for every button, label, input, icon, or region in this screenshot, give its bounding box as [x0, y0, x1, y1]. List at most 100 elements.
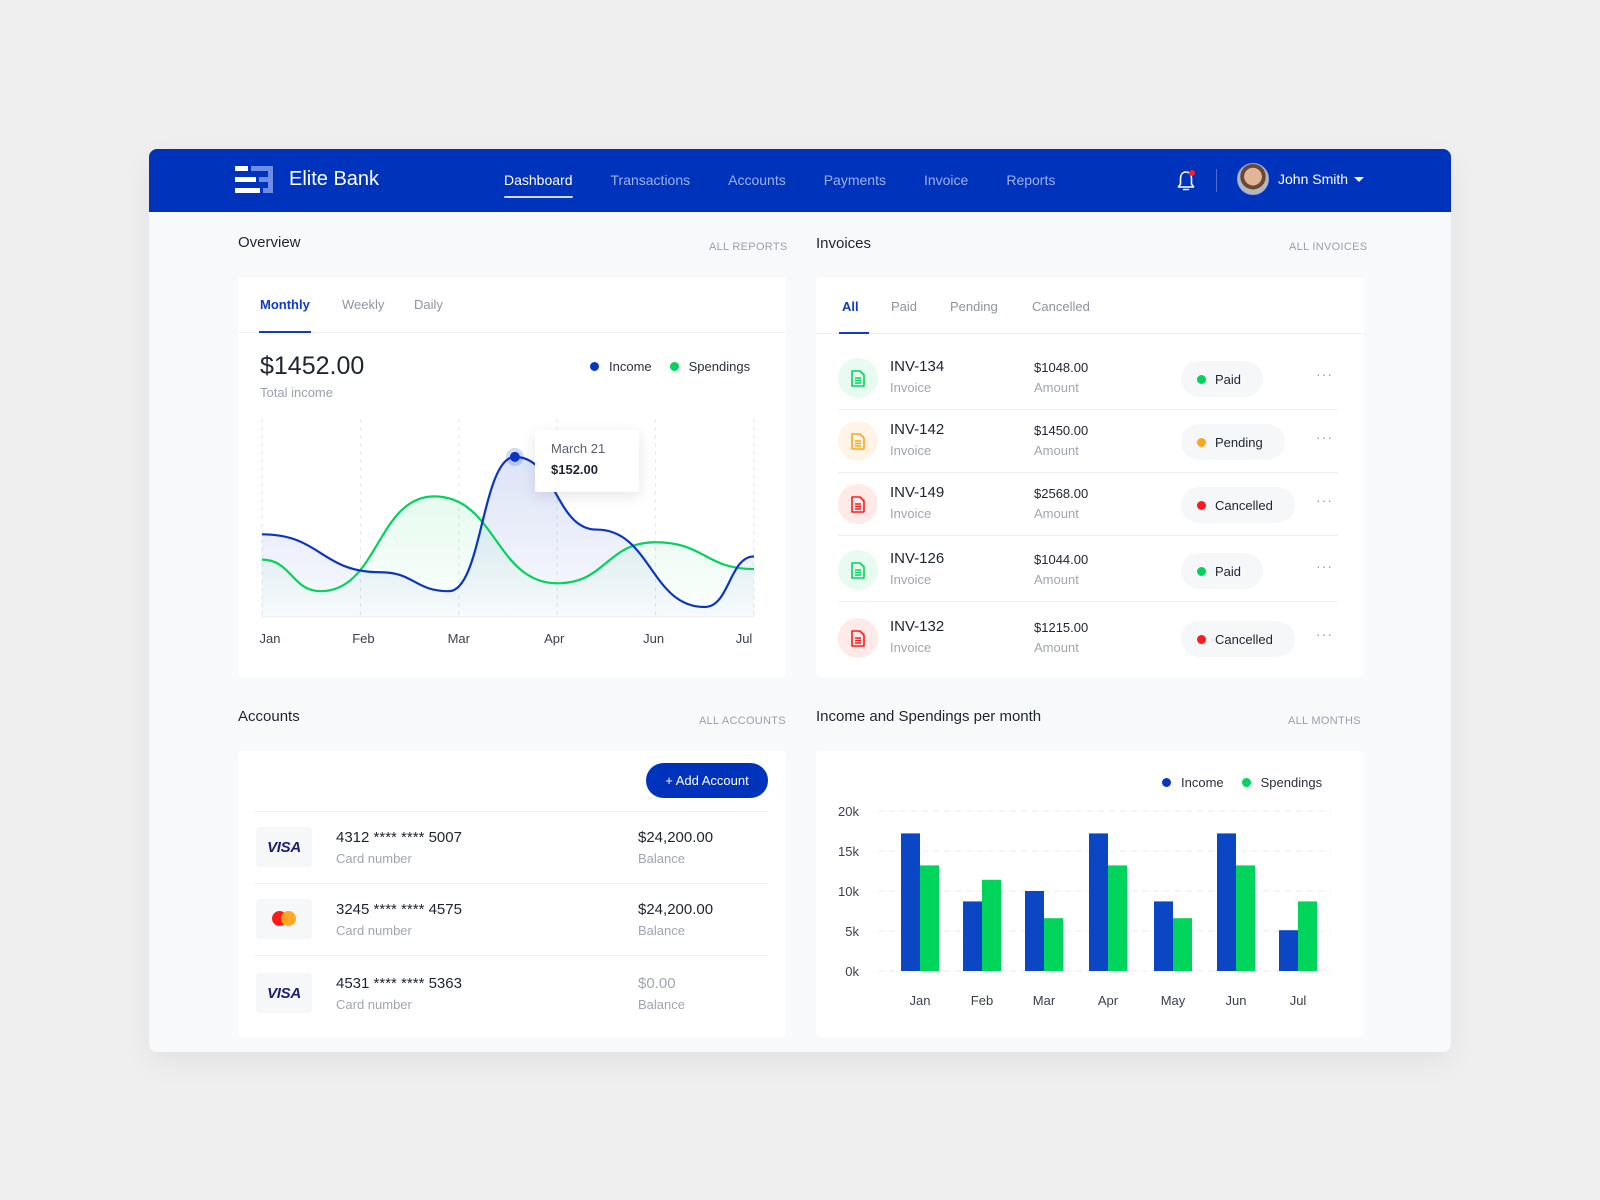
income-spendings-bar-chart: 0k 5k 10k 15k 20k Jan Feb Mar Apr May Jun Jul: [838, 804, 1331, 1008]
status-dot: [1197, 634, 1206, 644]
account-row[interactable]: VISA 4312 **** **** 5007 Card number $24,20…: [254, 811, 768, 883]
tab-daily[interactable]: Daily: [414, 297, 443, 312]
accounts-title: Accounts: [238, 708, 300, 725]
invoices-card: All Paid Pending Cancelled INV-134 Invoic…: [816, 277, 1364, 677]
tab-paid[interactable]: Paid: [891, 299, 917, 314]
tab-cancelled[interactable]: Cancelled: [1032, 299, 1090, 314]
income-bar-jan[interactable]: [901, 833, 920, 971]
card-balance-label: Balance: [638, 851, 685, 866]
nav-invoice[interactable]: Invoice: [924, 149, 968, 212]
active-tab-indicator: [839, 332, 869, 334]
spendings-bar-jul[interactable]: [1298, 901, 1317, 971]
monthly-chart-title: Income and Spendings per month: [816, 708, 1042, 725]
tab-pending[interactable]: Pending: [950, 299, 998, 314]
all-invoices-link[interactable]: ALL INVOICES: [1289, 241, 1367, 253]
spendings-bar-feb[interactable]: [982, 879, 1001, 971]
spendings-legend-label: Spendings: [688, 359, 751, 374]
income-bar-jun[interactable]: [1217, 833, 1236, 971]
account-row[interactable]: 3245 **** **** 4575 Card number $24,200.00…: [254, 883, 768, 955]
nav-accounts[interactable]: Accounts: [728, 149, 786, 212]
invoice-amount: $2568.00: [1034, 486, 1089, 501]
income-bar-feb[interactable]: [963, 901, 982, 971]
status-badge: Paid: [1181, 553, 1264, 589]
invoice-row[interactable]: INV-134 Invoice $1048.00 Amount Paid ···: [838, 346, 1338, 410]
nav-reports[interactable]: Reports: [1006, 149, 1055, 212]
all-reports-link[interactable]: ALL REPORTS: [709, 241, 788, 253]
more-options-icon[interactable]: ···: [1316, 366, 1333, 382]
nav-transactions[interactable]: Transactions: [611, 149, 691, 212]
tab-monthly[interactable]: Monthly: [260, 297, 310, 312]
highlight-point[interactable]: [509, 451, 520, 462]
status-label: Paid: [1215, 563, 1242, 579]
status-label: Paid: [1215, 371, 1242, 387]
card-balance: $0.00: [638, 975, 676, 992]
invoice-tabs: All Paid Pending Cancelled: [816, 277, 1364, 334]
invoice-row[interactable]: INV-149 Invoice $2568.00 Amount Cancelled ···: [838, 472, 1338, 536]
monthly-chart-card: Income Spendings 0k 5k 10k 15k 20k Jan Feb Mar A…: [816, 751, 1364, 1037]
invoice-amount: $1215.00: [1034, 620, 1089, 635]
spendings-bar-may[interactable]: [1173, 918, 1192, 971]
visa-logo-icon: VISA: [256, 973, 312, 1013]
overview-legend: Income Spendings: [590, 359, 750, 374]
mastercard-logo-icon: [256, 899, 312, 939]
income-legend-dot: [590, 362, 599, 371]
accounts-card: + Add Account VISA 4312 **** **** 5007 Car…: [238, 751, 786, 1037]
more-options-icon[interactable]: ···: [1316, 492, 1333, 508]
y-tick-label: 10k: [838, 884, 859, 899]
spendings-bar-jan[interactable]: [920, 865, 939, 971]
income-bar-may[interactable]: [1154, 901, 1173, 971]
x-tick-label: Jul: [736, 631, 753, 646]
invoice-id: INV-142: [890, 421, 945, 438]
invoice-amount-label: Amount: [1034, 443, 1079, 458]
app-window: Elite Bank Dashboard Transactions Accoun…: [149, 149, 1451, 1052]
visa-text: VISA: [267, 984, 301, 1002]
nav-dashboard[interactable]: Dashboard: [504, 149, 573, 212]
overview-line-chart: Jan Feb Mar Apr Jun Jul: [260, 419, 755, 646]
spendings-bar-mar[interactable]: [1044, 918, 1063, 971]
tooltip-value: $152.00: [551, 462, 598, 477]
invoice-row[interactable]: INV-142 Invoice $1450.00 Amount Pending ···: [838, 409, 1338, 473]
status-label: Cancelled: [1215, 631, 1273, 647]
main-nav: Dashboard Transactions Accounts Payments…: [504, 149, 1093, 212]
invoice-row[interactable]: INV-132 Invoice $1215.00 Amount Cancelled ···: [838, 606, 1338, 670]
x-tick-label: Jan: [260, 631, 281, 646]
invoices-title: Invoices: [816, 235, 872, 252]
account-row[interactable]: VISA 4531 **** **** 5363 Card number $0.00 B…: [254, 957, 768, 1029]
x-tick-label: Feb: [971, 993, 993, 1008]
invoice-row[interactable]: INV-126 Invoice $1044.00 Amount Paid ···: [838, 538, 1338, 602]
tab-all[interactable]: All: [842, 299, 859, 314]
y-tick-label: 20k: [838, 804, 859, 819]
status-label: Cancelled: [1215, 497, 1273, 513]
status-dot: [1197, 374, 1206, 384]
tab-weekly[interactable]: Weekly: [342, 297, 384, 312]
spendings-bar-jun[interactable]: [1236, 865, 1255, 971]
income-bar-apr[interactable]: [1089, 833, 1108, 971]
invoice-id-label: Invoice: [890, 640, 932, 655]
x-tick-label: Apr: [1098, 993, 1119, 1008]
income-bar-jul[interactable]: [1279, 930, 1298, 971]
nav-payments[interactable]: Payments: [824, 149, 886, 212]
x-tick-label: Apr: [544, 631, 565, 646]
user-menu[interactable]: John Smith: [1237, 163, 1365, 195]
card-number: 3245 **** **** 4575: [336, 901, 462, 918]
document-icon: [838, 484, 878, 524]
more-options-icon[interactable]: ···: [1316, 429, 1333, 445]
spendings-bar-apr[interactable]: [1108, 865, 1127, 971]
income-bar-mar[interactable]: [1025, 891, 1044, 971]
divider: [254, 955, 768, 956]
card-number-label: Card number: [336, 923, 412, 938]
invoice-id-label: Invoice: [890, 506, 932, 521]
tooltip-date: March 21: [551, 441, 606, 456]
status-dot: [1197, 500, 1206, 510]
more-options-icon[interactable]: ···: [1316, 626, 1333, 642]
card-balance: $24,200.00: [638, 829, 714, 846]
card-balance-label: Balance: [638, 997, 685, 1012]
all-months-link[interactable]: ALL MONTHS: [1288, 715, 1361, 727]
invoice-amount: $1044.00: [1034, 552, 1089, 567]
active-tab-indicator: [259, 331, 311, 333]
all-accounts-link[interactable]: ALL ACCOUNTS: [699, 715, 786, 727]
status-badge: Paid: [1181, 361, 1264, 397]
add-account-button[interactable]: + Add Account: [646, 763, 768, 798]
divider: [838, 601, 1338, 602]
more-options-icon[interactable]: ···: [1316, 558, 1333, 574]
